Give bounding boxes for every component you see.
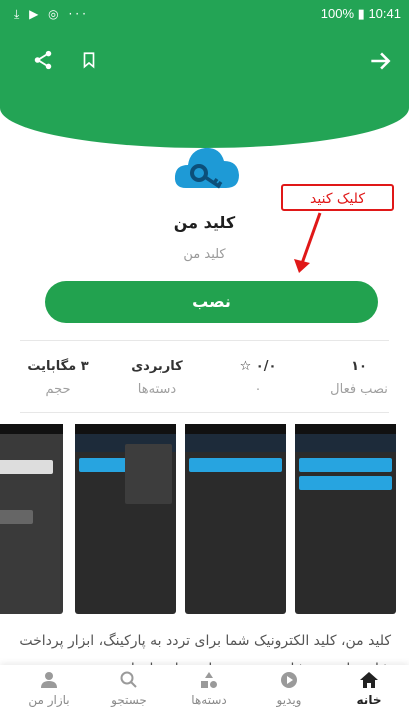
- clock: 10:41: [368, 6, 401, 21]
- screenshot-statusbar: [75, 424, 176, 434]
- home-icon: [360, 672, 378, 688]
- battery-level: 100%: [320, 6, 355, 21]
- screenshot[interactable]: [75, 424, 176, 614]
- nav-label: بازار من: [28, 693, 70, 707]
- status-icons: ⤓ ▶ ◎ ···: [14, 7, 89, 21]
- screenshot-row: [299, 458, 392, 472]
- profile-icon: [41, 672, 57, 688]
- nav-label: دسته‌ها: [191, 693, 227, 707]
- status-bar: ⤓ ▶ ◎ ··· 100% ▮ 10:41: [0, 0, 409, 28]
- divider: [20, 412, 389, 413]
- nav-categories[interactable]: دسته‌ها: [169, 671, 249, 707]
- divider: [20, 340, 389, 341]
- battery-icon: ▮: [357, 6, 365, 21]
- search-icon: [120, 671, 137, 688]
- bookmark-icon[interactable]: [80, 49, 98, 71]
- screenshot-row: [299, 476, 392, 490]
- nav-search[interactable]: جستجو: [89, 671, 169, 707]
- screenshot-field: [0, 510, 33, 524]
- stat-rating: ۰/۰ ☆ ۰: [208, 359, 308, 397]
- stat-category[interactable]: کاربردی دسته‌ها: [107, 359, 207, 397]
- app-icon: [174, 147, 239, 189]
- screenshot-toolbar: [295, 434, 396, 452]
- screenshot[interactable]: [295, 424, 396, 614]
- screenshot-statusbar: [185, 424, 286, 434]
- stat-value: ۳ مگابایت: [27, 359, 89, 374]
- stat-label: حجم: [45, 382, 71, 397]
- nav-label: خانه: [356, 693, 382, 707]
- back-arrow-icon[interactable]: [367, 48, 393, 74]
- screenshots-carousel[interactable]: [0, 424, 409, 614]
- screenshot[interactable]: [185, 424, 286, 614]
- stat-value: کاربردی: [131, 359, 183, 374]
- screenshot-statusbar: [0, 424, 63, 434]
- nav-home[interactable]: خانه: [329, 671, 409, 707]
- nav-video[interactable]: ویدیو: [249, 671, 329, 707]
- video-icon: [281, 672, 297, 688]
- nav-label: جستجو: [111, 693, 147, 707]
- install-button[interactable]: نصب: [45, 281, 378, 323]
- share-icon[interactable]: [32, 48, 54, 72]
- nav-label: ویدیو: [276, 693, 302, 707]
- annotation-arrow-icon: [294, 212, 322, 273]
- stat-installs: ۱۰ نصب فعال: [309, 359, 409, 397]
- stat-label: نصب فعال: [330, 382, 388, 397]
- app-header: [0, 28, 409, 148]
- screenshot-menu: [125, 444, 172, 504]
- screenshot-field: [0, 460, 53, 474]
- screenshot-statusbar: [295, 424, 396, 434]
- stat-value: ۱۰: [351, 359, 367, 374]
- stat-value: ۰/۰ ☆: [239, 359, 277, 374]
- status-right: 100% ▮ 10:41: [321, 6, 401, 22]
- screenshot-row: [189, 458, 282, 472]
- screenshot[interactable]: [0, 424, 63, 614]
- categories-icon: [201, 672, 217, 688]
- stat-label: دسته‌ها: [137, 382, 177, 397]
- stat-label: ۰: [254, 382, 262, 397]
- app-title: کلید من: [173, 213, 236, 232]
- bottom-navigation: خانه ویدیو دسته‌ها جستجو بازار من: [0, 665, 409, 717]
- nav-my-market[interactable]: بازار من: [9, 671, 89, 707]
- click-here-callout: کلیک کنید: [281, 184, 394, 211]
- screenshot-toolbar: [185, 434, 286, 452]
- stat-size: ۳ مگابایت حجم: [8, 359, 108, 397]
- app-stats: ۱۰ نصب فعال ۰/۰ ☆ ۰ کاربردی دسته‌ها ۳ مگ…: [0, 359, 409, 411]
- app-developer[interactable]: کلید من: [0, 247, 409, 262]
